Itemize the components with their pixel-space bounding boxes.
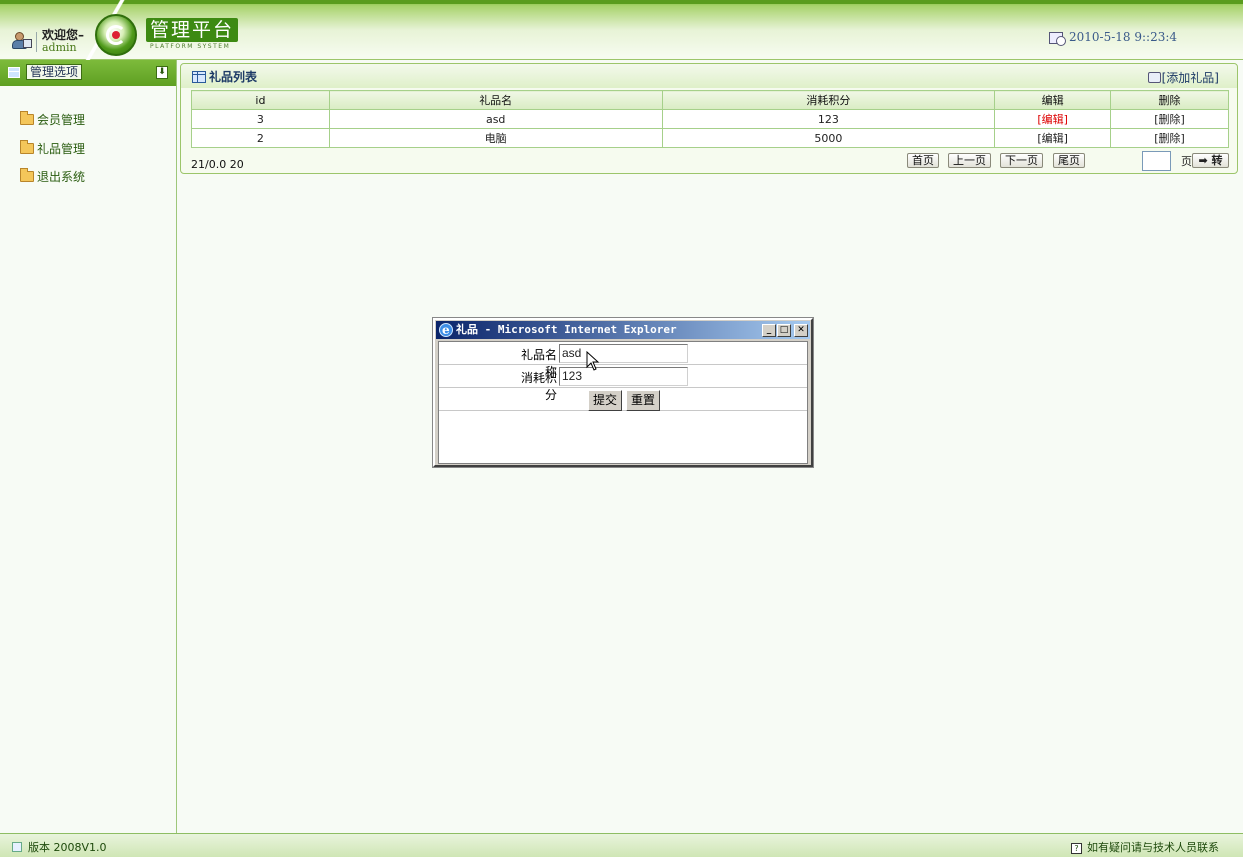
folder-icon	[20, 168, 34, 182]
next-page-button[interactable]: 下一页	[1000, 153, 1043, 168]
sidebar-header: 管理选项 ⬇	[0, 60, 176, 86]
cell-points: 5000	[661, 128, 996, 148]
pager-info: 21/0.0 20	[191, 158, 244, 171]
platform-subtitle: PLATFORM SYSTEM	[150, 43, 231, 50]
form-row-name: 礼品名称 asd	[439, 342, 807, 379]
column-header-name: 礼品名	[328, 90, 663, 110]
page-label: 页	[1181, 155, 1192, 168]
maximize-icon[interactable]: □	[777, 324, 791, 337]
cell-id: 2	[191, 128, 330, 148]
folder-icon	[20, 140, 34, 154]
submit-button[interactable]: 提交	[588, 390, 623, 411]
contact-info: ? 如有疑问请与技术人员联系	[1071, 839, 1219, 855]
mouse-cursor-icon	[586, 351, 600, 371]
window-title-bar[interactable]: 礼品 - Microsoft Internet Explorer _ □ ✕	[436, 321, 810, 339]
clock-icon	[1049, 31, 1066, 46]
sidebar-item-label[interactable]: 退出系统	[37, 170, 85, 184]
sidebar-heading: 管理选项	[26, 64, 83, 80]
cell-points: 123	[661, 109, 996, 129]
close-icon[interactable]: ✕	[794, 324, 808, 337]
gift-list-panel: 礼品列表 [添加礼品] id 礼品名 消耗积分 编辑 删除 3 asd 123 …	[180, 63, 1238, 174]
panel-header: 礼品列表 [添加礼品]	[181, 64, 1237, 88]
cell-id: 3	[191, 109, 330, 129]
sidebar: 管理选项 ⬇ 会员管理 礼品管理 退出系统	[0, 60, 177, 833]
panel-title-text: 礼品列表	[209, 70, 258, 84]
welcome-divider	[36, 32, 37, 52]
first-page-button[interactable]: 首页	[907, 153, 939, 168]
folder-icon	[20, 111, 34, 125]
collapse-arrow-icon[interactable]: ⬇	[156, 66, 168, 79]
column-header-edit: 编辑	[994, 90, 1112, 110]
document-icon	[12, 842, 22, 852]
header-top-line	[0, 0, 1243, 4]
table-row: 2 电脑 5000 [编辑] [删除]	[191, 128, 1229, 148]
last-page-button[interactable]: 尾页	[1053, 153, 1085, 168]
column-header-id: id	[191, 90, 330, 110]
calendar-icon	[8, 67, 20, 78]
version-text: 版本 2008V1.0	[28, 841, 107, 854]
cell-name: asd	[328, 109, 663, 129]
add-gift-label[interactable]: [添加礼品]	[1162, 71, 1219, 85]
sidebar-item-members[interactable]: 会员管理	[20, 111, 85, 129]
datetime-text: 2010-5-18 9::23:4	[1069, 30, 1178, 44]
welcome-box: 欢迎您– admin	[4, 22, 92, 56]
minimize-icon[interactable]: _	[762, 324, 776, 337]
gift-name-input[interactable]: asd	[559, 344, 688, 363]
window-title: 礼品 - Microsoft Internet Explorer	[456, 323, 677, 336]
logo-icon	[95, 14, 137, 56]
cell-name: 电脑	[328, 128, 663, 148]
header: 欢迎您– admin 管理平台 PLATFORM SYSTEM 2010-5-1…	[0, 0, 1243, 60]
add-gift-link[interactable]: [添加礼品]	[1147, 69, 1219, 86]
delete-link[interactable]: [删除]	[1110, 109, 1229, 129]
points-input[interactable]: 123	[559, 367, 688, 386]
user-icon	[12, 32, 32, 50]
gift-edit-window: 礼品 - Microsoft Internet Explorer _ □ ✕ 礼…	[433, 318, 813, 467]
delete-link[interactable]: [删除]	[1110, 128, 1229, 148]
sidebar-item-gifts[interactable]: 礼品管理	[20, 140, 85, 158]
go-button[interactable]: ➡ 转	[1192, 153, 1229, 168]
help-icon: ?	[1071, 843, 1082, 854]
window-body: 礼品名称 asd 消耗积分 123 提交 重置	[438, 341, 808, 464]
sidebar-item-logout[interactable]: 退出系统	[20, 168, 85, 186]
reset-button[interactable]: 重置	[626, 390, 661, 411]
ie-icon	[439, 321, 453, 339]
contact-text: 如有疑问请与技术人员联系	[1087, 841, 1219, 854]
table-icon	[192, 71, 206, 83]
sidebar-item-label[interactable]: 会员管理	[37, 113, 85, 127]
form-row-buttons: 提交 重置	[439, 388, 807, 411]
sidebar-item-label[interactable]: 礼品管理	[37, 142, 85, 156]
version-info: 版本 2008V1.0	[12, 839, 107, 855]
gift-table: id 礼品名 消耗积分 编辑 删除 3 asd 123 [编辑] [删除] 2 …	[191, 90, 1229, 148]
footer: 版本 2008V1.0 ? 如有疑问请与技术人员联系	[0, 833, 1243, 857]
column-header-points: 消耗积分	[661, 90, 996, 110]
form-row-points: 消耗积分 123	[439, 365, 807, 402]
prev-page-button[interactable]: 上一页	[948, 153, 991, 168]
welcome-username: admin	[42, 41, 77, 54]
add-icon	[1147, 72, 1161, 83]
panel-title: 礼品列表	[192, 68, 257, 85]
datetime: 2010-5-18 9::23:4	[1049, 30, 1178, 46]
edit-link[interactable]: [编辑]	[994, 109, 1112, 129]
column-header-delete: 删除	[1110, 90, 1229, 110]
edit-link[interactable]: [编辑]	[994, 128, 1112, 148]
table-header-row: id 礼品名 消耗积分 编辑 删除	[191, 90, 1229, 110]
page-number-input[interactable]	[1142, 151, 1171, 171]
table-row: 3 asd 123 [编辑] [删除]	[191, 109, 1229, 129]
platform-title: 管理平台	[146, 18, 239, 42]
